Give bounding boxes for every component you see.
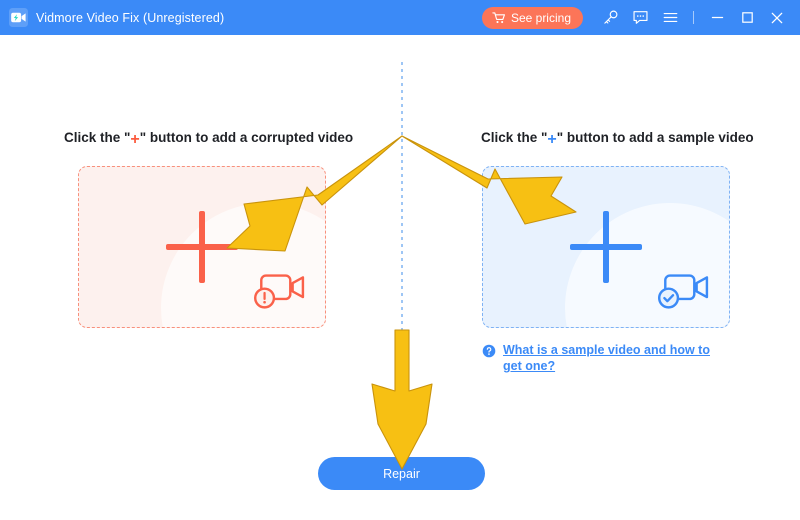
arrow-pointing-to-repair-button (371, 329, 433, 470)
heading-text-prefix: Click the " (481, 130, 548, 145)
plus-icon: + (130, 131, 140, 148)
minimize-icon[interactable] (702, 0, 732, 35)
app-window: Vidmore Video Fix (Unregistered) See pri… (0, 0, 800, 520)
key-icon[interactable] (595, 0, 625, 35)
heading-text-suffix: " button to add a sample video (556, 130, 754, 145)
sample-video-dropzone[interactable] (482, 166, 730, 328)
title-bar-controls: See pricing (481, 0, 800, 35)
add-sample-video-plus-icon[interactable] (570, 211, 642, 283)
vertical-dotted-divider (401, 62, 403, 340)
maximize-icon[interactable] (732, 0, 762, 35)
see-pricing-button[interactable]: See pricing (481, 6, 583, 29)
plus-icon: + (547, 131, 557, 148)
corrupted-video-heading: Click the "+" button to add a corrupted … (64, 130, 354, 148)
sample-video-help-link[interactable]: What is a sample video and how to get on… (482, 342, 730, 374)
heading-text-suffix: " button to add a corrupted video (139, 130, 354, 145)
video-ok-icon (657, 274, 709, 309)
feedback-icon[interactable] (625, 0, 655, 35)
app-logo-icon (9, 8, 28, 27)
window-title: Vidmore Video Fix (Unregistered) (36, 10, 225, 25)
titlebar-separator (693, 11, 694, 24)
title-bar: Vidmore Video Fix (Unregistered) See pri… (0, 0, 800, 35)
repair-button[interactable]: Repair (318, 457, 485, 490)
shopping-cart-icon (492, 11, 505, 23)
main-stage: Click the "+" button to add a corrupted … (0, 35, 800, 520)
heading-text-prefix: Click the " (64, 130, 131, 145)
see-pricing-label: See pricing (510, 10, 571, 25)
sample-video-heading: Click the "+" button to add a sample vid… (481, 130, 754, 148)
add-corrupted-video-plus-icon[interactable] (166, 211, 238, 283)
help-link-label: What is a sample video and how to get on… (503, 343, 710, 373)
question-circle-icon (482, 344, 496, 358)
repair-button-label: Repair (383, 466, 420, 481)
video-error-icon (253, 274, 305, 309)
corrupted-video-dropzone[interactable] (78, 166, 326, 328)
close-icon[interactable] (762, 0, 792, 35)
hamburger-menu-icon[interactable] (655, 0, 685, 35)
